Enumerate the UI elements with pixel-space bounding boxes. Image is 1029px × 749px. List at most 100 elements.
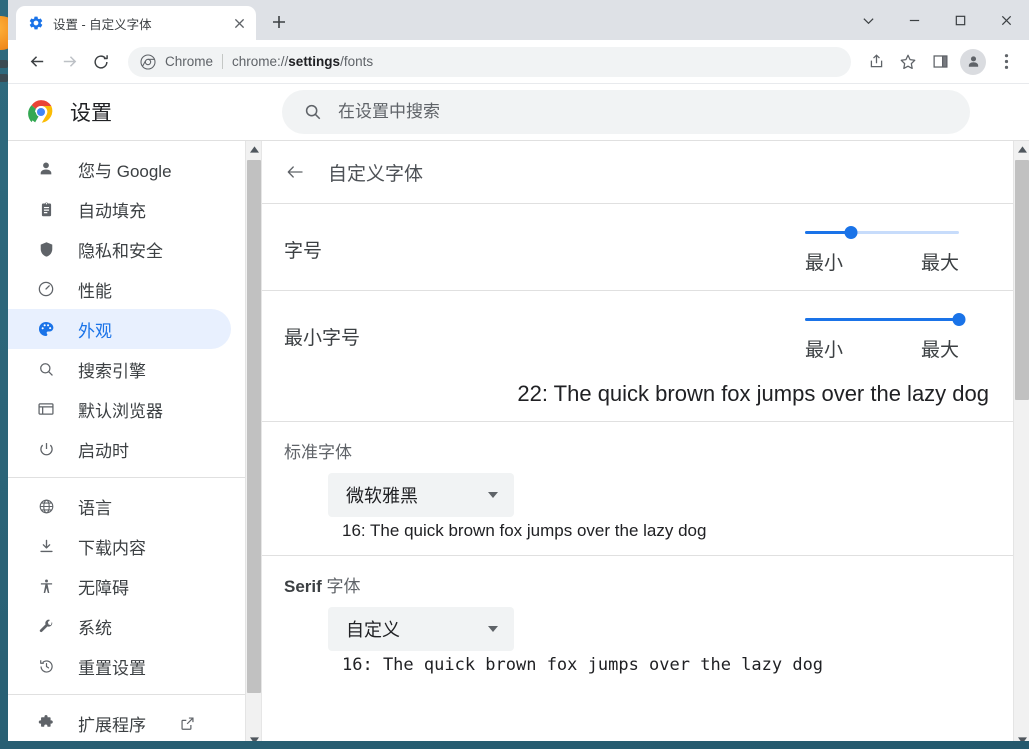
sidebar-divider: [8, 477, 245, 478]
page-header: 自定义字体: [262, 141, 1013, 203]
font-size-slider-track[interactable]: [805, 223, 959, 241]
sidebar-scrollbar-thumb[interactable]: [247, 160, 261, 693]
settings-brand: 设置: [28, 97, 282, 127]
browser-toolbar: Chrome chrome://settings/fonts: [8, 40, 1029, 84]
close-button[interactable]: [983, 0, 1029, 40]
slider-thumb[interactable]: [952, 312, 966, 326]
serif-font-sample-text: 16: The quick brown fox jumps over the l…: [342, 655, 824, 675]
font-size-label: 字号: [284, 240, 323, 262]
settings-title: 设置: [70, 102, 112, 125]
desktop-taskbar-item: [0, 60, 8, 68]
external-link-icon: [180, 716, 195, 731]
slider-thumb[interactable]: [844, 225, 858, 239]
font-size-section: 字号 最小 最大: [262, 203, 1013, 290]
scroll-up-arrow-icon[interactable]: [1014, 141, 1029, 158]
min-font-size-label: 最小字号: [284, 327, 361, 349]
sidebar-item-appearance[interactable]: 外观: [8, 309, 231, 349]
sidebar-item-label: 自动填充: [78, 201, 146, 221]
bookmark-star-icon[interactable]: [893, 47, 923, 77]
scroll-down-arrow-icon[interactable]: [1014, 732, 1029, 741]
search-input[interactable]: [338, 102, 948, 122]
sidebar-item-label: 扩展程序: [78, 715, 146, 735]
min-font-size-slider[interactable]: 最小 最大: [805, 310, 991, 362]
sidebar-item-label: 无障碍: [78, 578, 129, 598]
fonts-settings-card: 自定义字体 字号 最小 最大 最小字号 最小 最大 22: The quick …: [262, 141, 1013, 689]
sidebar-item-you-and-google[interactable]: 您与 Google: [8, 149, 231, 189]
slider-min-label: 最小: [805, 340, 844, 361]
sidebar-item-label: 系统: [78, 618, 112, 638]
main-scrollbar[interactable]: [1013, 141, 1029, 741]
omnibox-url: chrome://settings/fonts: [232, 54, 374, 69]
chrome-icon: [140, 53, 156, 70]
maximize-button[interactable]: [937, 0, 983, 40]
restore-icon: [36, 656, 56, 676]
clipboard-icon: [36, 199, 56, 219]
address-bar[interactable]: Chrome chrome://settings/fonts: [128, 46, 851, 77]
serif-font-label: Serif 字体: [284, 577, 361, 596]
font-size-slider[interactable]: 最小 最大: [805, 223, 991, 275]
min-font-size-sample-text: 22: The quick brown fox jumps over the l…: [517, 381, 989, 406]
sidebar-item-languages[interactable]: 语言: [8, 486, 231, 526]
browser-window-icon: [36, 399, 56, 419]
min-font-size-row: 最小字号 最小 最大: [284, 291, 991, 377]
min-font-size-slider-track[interactable]: [805, 310, 966, 328]
tab-search-chevron-icon[interactable]: [845, 0, 891, 40]
sidebar-item-reset-settings[interactable]: 重置设置: [8, 646, 231, 686]
tab-close-icon[interactable]: [230, 14, 248, 32]
share-icon[interactable]: [861, 47, 891, 77]
sidebar-item-system[interactable]: 系统: [8, 606, 231, 646]
settings-search-box[interactable]: [282, 90, 970, 134]
back-arrow-icon[interactable]: [284, 161, 306, 183]
scroll-up-arrow-icon[interactable]: [246, 141, 262, 158]
sidebar-item-accessibility[interactable]: 无障碍: [8, 566, 231, 606]
new-tab-button[interactable]: [264, 7, 294, 37]
slider-min-label: 最小: [805, 253, 844, 274]
search-icon: [305, 104, 321, 120]
sidebar-scrollbar[interactable]: [245, 141, 261, 741]
sidebar-item-label: 语言: [78, 498, 112, 518]
gauge-icon: [36, 279, 56, 299]
sidebar-item-extensions[interactable]: 扩展程序: [8, 703, 231, 741]
forward-button[interactable]: [54, 47, 84, 77]
standard-font-value: 微软雅黑: [346, 486, 418, 506]
scroll-down-arrow-icon[interactable]: [246, 732, 262, 741]
standard-font-section: 标准字体 微软雅黑 16: The quick brown fox jumps …: [262, 421, 1013, 555]
sidebar-item-on-startup[interactable]: 启动时: [8, 429, 231, 469]
sidebar-nav: 您与 Google 自动填充 隐私和安全 性能 外观 搜索引擎 默认浏览器 启动…: [8, 141, 245, 741]
sidebar-item-label: 默认浏览器: [78, 401, 163, 421]
sidebar-item-performance[interactable]: 性能: [8, 269, 231, 309]
back-button[interactable]: [22, 47, 52, 77]
min-font-size-section: 最小字号 最小 最大 22: The quick brown fox jumps…: [262, 290, 1013, 421]
shield-icon: [36, 239, 56, 259]
sidebar-item-search-engine[interactable]: 搜索引擎: [8, 349, 231, 389]
serif-font-select[interactable]: 自定义: [328, 607, 514, 651]
three-dot-menu-icon[interactable]: [991, 47, 1021, 77]
sidebar-item-autofill[interactable]: 自动填充: [8, 189, 231, 229]
main-content-outer: 自定义字体 字号 最小 最大 最小字号 最小 最大 22: The quick …: [262, 141, 1029, 741]
sidebar-item-label: 重置设置: [78, 658, 146, 678]
standard-font-label: 标准字体: [284, 443, 352, 462]
minimize-button[interactable]: [891, 0, 937, 40]
sidebar-item-downloads[interactable]: 下载内容: [8, 526, 231, 566]
puzzle-icon: [36, 713, 56, 733]
sidebar-item-label: 外观: [78, 321, 112, 341]
omnibox-chrome-label: Chrome: [165, 54, 214, 69]
browser-tab[interactable]: 设置 - 自定义字体: [16, 6, 256, 40]
chevron-down-icon: [488, 626, 498, 632]
side-panel-icon[interactable]: [925, 47, 955, 77]
reload-button[interactable]: [86, 47, 116, 77]
gear-icon: [29, 16, 43, 30]
main-scrollbar-thumb[interactable]: [1015, 160, 1029, 400]
accessibility-icon: [36, 576, 56, 596]
browser-window: 设置 - 自定义字体 Chrome chrome://settings/font…: [8, 0, 1029, 741]
sidebar-item-label: 性能: [78, 281, 112, 301]
sidebar-item-privacy-security[interactable]: 隐私和安全: [8, 229, 231, 269]
wrench-icon: [36, 616, 56, 636]
sidebar-item-default-browser[interactable]: 默认浏览器: [8, 389, 231, 429]
standard-font-sample-text: 16: The quick brown fox jumps over the l…: [342, 521, 707, 540]
standard-font-select[interactable]: 微软雅黑: [328, 473, 514, 517]
settings-body: 您与 Google 自动填充 隐私和安全 性能 外观 搜索引擎 默认浏览器 启动…: [8, 140, 1029, 741]
serif-font-section: Serif 字体 自定义 16: The quick brown fox jum…: [262, 555, 1013, 689]
download-icon: [36, 536, 56, 556]
profile-avatar[interactable]: [960, 48, 986, 75]
